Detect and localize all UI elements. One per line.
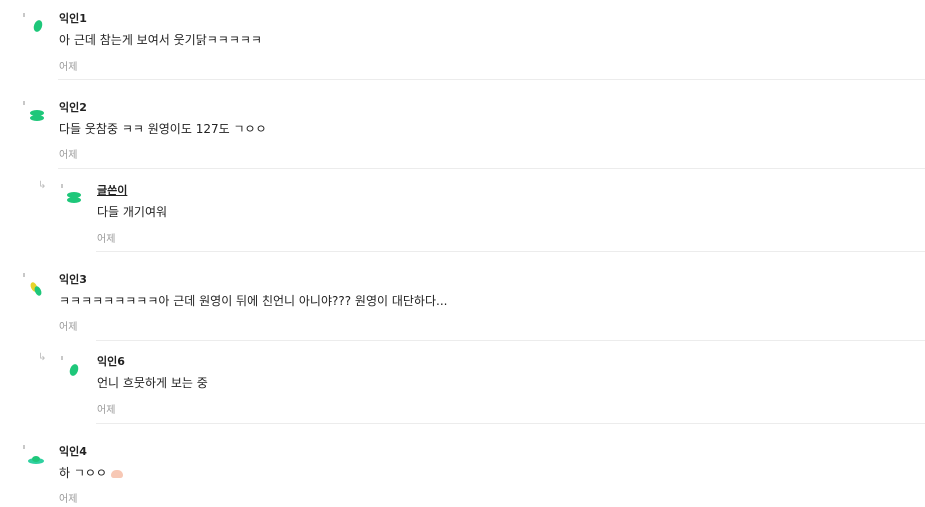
- comment-time: 어제: [59, 150, 78, 161]
- comment-time: 어제: [97, 234, 116, 245]
- reply-arrow-icon: ↳: [38, 180, 47, 191]
- comment-text-content: 하 ㄱㅇㅇ: [59, 466, 107, 480]
- reply-arrow-icon: ↳: [38, 352, 47, 363]
- comment-time: 어제: [97, 405, 116, 416]
- avatar-icon: [67, 192, 81, 203]
- avatar-icon: [30, 282, 42, 296]
- comment-text: 다들 개기여워: [97, 205, 168, 219]
- comment-text: 다들 웃참중 ㅋㅋ 원영이도 127도 ㄱㅇㅇ: [59, 122, 267, 136]
- reply-item: ↳ 글쓴이 다들 개기여워 어제: [0, 170, 925, 252]
- divider: [58, 168, 925, 169]
- comment-item: 익인2 다들 웃참중 ㅋㅋ 원영이도 127도 ㄱㅇㅇ 어제: [0, 88, 925, 169]
- avatar-icon: [28, 456, 44, 464]
- avatar-icon: [69, 364, 79, 376]
- menu-dot-icon[interactable]: [61, 184, 63, 188]
- hands-emoji-icon: [110, 469, 123, 478]
- comment-text: ㅋㅋㅋㅋㅋㅋㅋㅋㅋ아 근데 원영이 뒤에 친언니 아니야??? 원영이 대단하다…: [59, 294, 448, 308]
- author-name[interactable]: 익인6: [97, 353, 125, 369]
- author-name[interactable]: 글쓴이: [97, 182, 127, 198]
- comment-item: 익인1 아 근데 참는게 보여서 웃기닭ㅋㅋㅋㅋㅋ 어제: [0, 0, 925, 80]
- menu-dot-icon[interactable]: [61, 356, 63, 360]
- divider: [96, 340, 925, 341]
- avatar-icon: [33, 20, 43, 32]
- divider: [96, 423, 925, 424]
- menu-dot-icon[interactable]: [23, 445, 25, 449]
- menu-dot-icon[interactable]: [23, 273, 25, 277]
- comment-item: 익인3 ㅋㅋㅋㅋㅋㅋㅋㅋㅋ아 근데 원영이 뒤에 친언니 아니야??? 원영이 …: [0, 260, 925, 341]
- author-name[interactable]: 익인4: [59, 443, 87, 459]
- avatar-icon: [30, 110, 44, 121]
- comment-time: 어제: [59, 322, 78, 333]
- divider: [58, 79, 925, 80]
- menu-dot-icon[interactable]: [23, 101, 25, 105]
- comment-time: 어제: [59, 62, 78, 73]
- author-name[interactable]: 익인1: [59, 10, 87, 26]
- menu-dot-icon[interactable]: [23, 13, 25, 17]
- reply-item: ↳ 익인6 언니 흐뭇하게 보는 중 어제: [0, 342, 925, 424]
- comment-text: 아 근데 참는게 보여서 웃기닭ㅋㅋㅋㅋㅋ: [59, 33, 262, 47]
- comment-text: 하 ㄱㅇㅇ: [59, 464, 123, 481]
- comment-text: 언니 흐뭇하게 보는 중: [97, 376, 208, 390]
- comment-time: 어제: [59, 494, 78, 505]
- author-name[interactable]: 익인2: [59, 99, 87, 115]
- author-name[interactable]: 익인3: [59, 271, 87, 287]
- divider: [96, 251, 925, 252]
- comment-item: 익인4 하 ㄱㅇㅇ 어제: [0, 432, 925, 507]
